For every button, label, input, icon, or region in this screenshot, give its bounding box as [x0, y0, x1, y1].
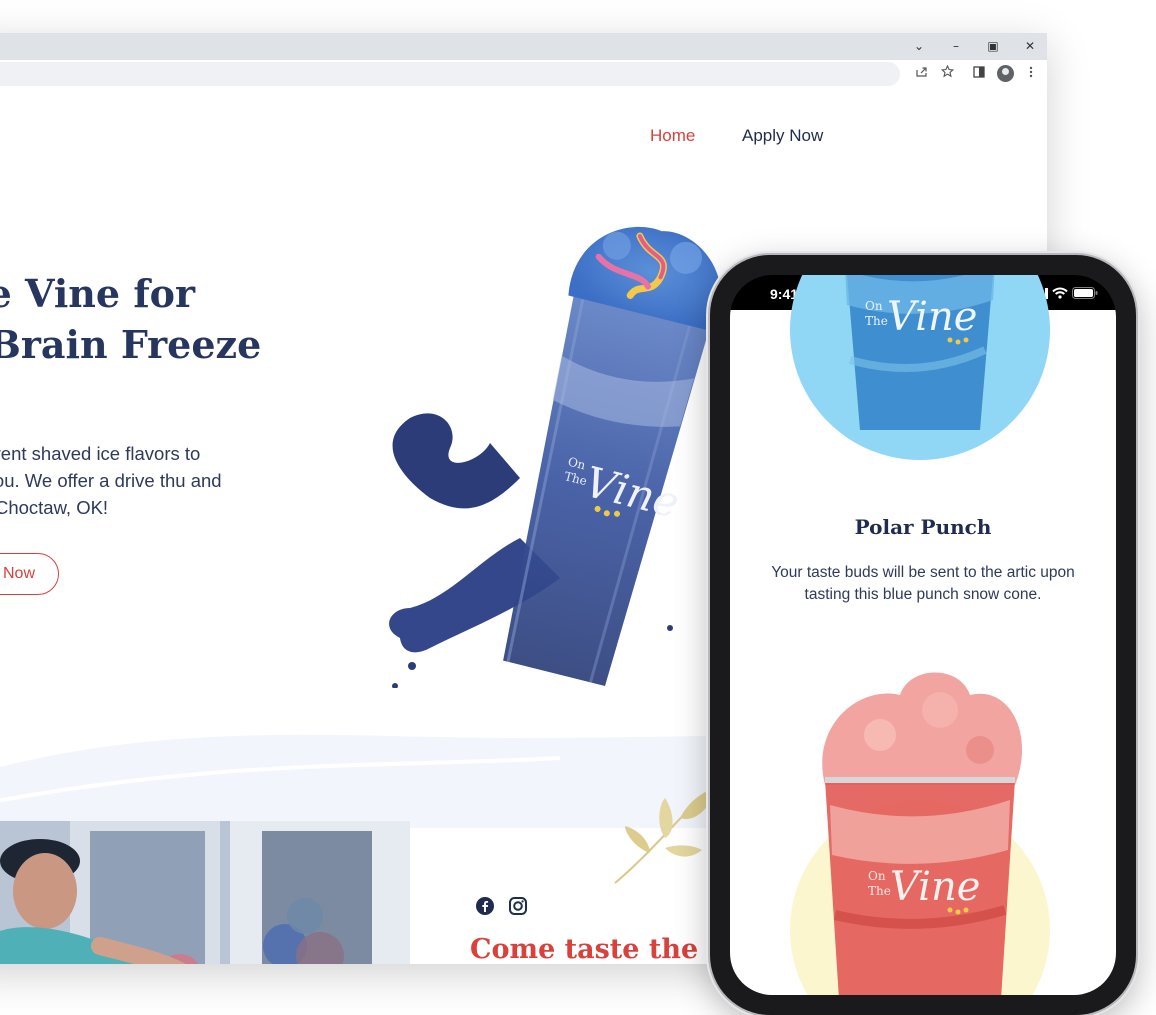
battery-icon — [1072, 287, 1098, 299]
browser-toolbar — [0, 60, 1047, 88]
minimize-button[interactable]: – — [945, 37, 967, 55]
flavor-desc-line: tasting this blue punch snow cone. — [804, 586, 1042, 603]
phone-screen: 9:41 On The Vine Polar Punch Your taste … — [730, 275, 1116, 995]
phone-app-content: On The Vine Polar Punch Your taste buds … — [730, 275, 1116, 995]
hero-text-line: different shaved ice flavors to — [0, 443, 201, 464]
hero-text-line: ke you. We offer a drive thu and — [0, 470, 222, 491]
polar-punch-image: On The Vine — [790, 275, 1050, 460]
hero-title-line: he Vine for — [0, 271, 196, 316]
blue-drink-illustration: On The Vine — [389, 226, 722, 688]
title-bar: ⌄ – ▣ ✕ — [0, 33, 1047, 60]
leaf-decoration — [614, 789, 715, 884]
close-button[interactable]: ✕ — [1019, 37, 1041, 55]
red-logo-vine: Vine — [890, 864, 980, 910]
facebook-icon[interactable] — [475, 896, 495, 916]
tab-search-icon[interactable]: ⌄ — [908, 37, 930, 55]
maximize-button[interactable]: ▣ — [982, 37, 1004, 55]
hero-text-line: d in Choctaw, OK! — [0, 497, 109, 518]
polar-logo-the: The — [865, 314, 888, 328]
wifi-icon — [1052, 287, 1068, 299]
share-icon[interactable] — [912, 65, 930, 83]
profile-icon[interactable] — [997, 65, 1014, 82]
nav-apply-now[interactable]: Apply Now — [742, 126, 823, 146]
section-heading: Come taste the b — [470, 934, 727, 964]
red-logo-the: The — [868, 884, 891, 898]
flavor-name: Polar Punch — [854, 515, 992, 539]
sidebar-icon[interactable] — [970, 65, 988, 83]
red-logo-on: On — [868, 869, 886, 883]
hero-title-line: t Brain Freeze — [0, 322, 262, 367]
red-flavor-image: On The Vine — [790, 672, 1050, 995]
instagram-icon[interactable] — [508, 896, 528, 916]
drive-thru-photo — [0, 821, 410, 964]
menu-icon[interactable] — [1022, 65, 1040, 83]
phone-frame: 9:41 On The Vine Polar Punch Your taste … — [710, 255, 1136, 1015]
apply-now-button[interactable]: Now — [0, 553, 59, 595]
hero-title-line: e — [0, 370, 360, 421]
star-icon[interactable] — [938, 64, 956, 83]
phone-mockup: 9:41 On The Vine Polar Punch Your taste … — [710, 255, 1136, 1015]
polar-logo-vine: Vine — [887, 294, 977, 340]
hero-title: he Vine for t Brain Freeze e — [0, 268, 360, 421]
flavor-description: Your taste buds will be sent to the arti… — [750, 562, 1096, 606]
polar-logo-on: On — [865, 299, 883, 313]
nav-home[interactable]: Home — [650, 126, 695, 146]
flavor-desc-line: Your taste buds will be sent to the arti… — [771, 564, 1075, 581]
address-bar[interactable] — [0, 62, 900, 86]
hero-description: different shaved ice flavors to ke you. … — [0, 440, 290, 521]
